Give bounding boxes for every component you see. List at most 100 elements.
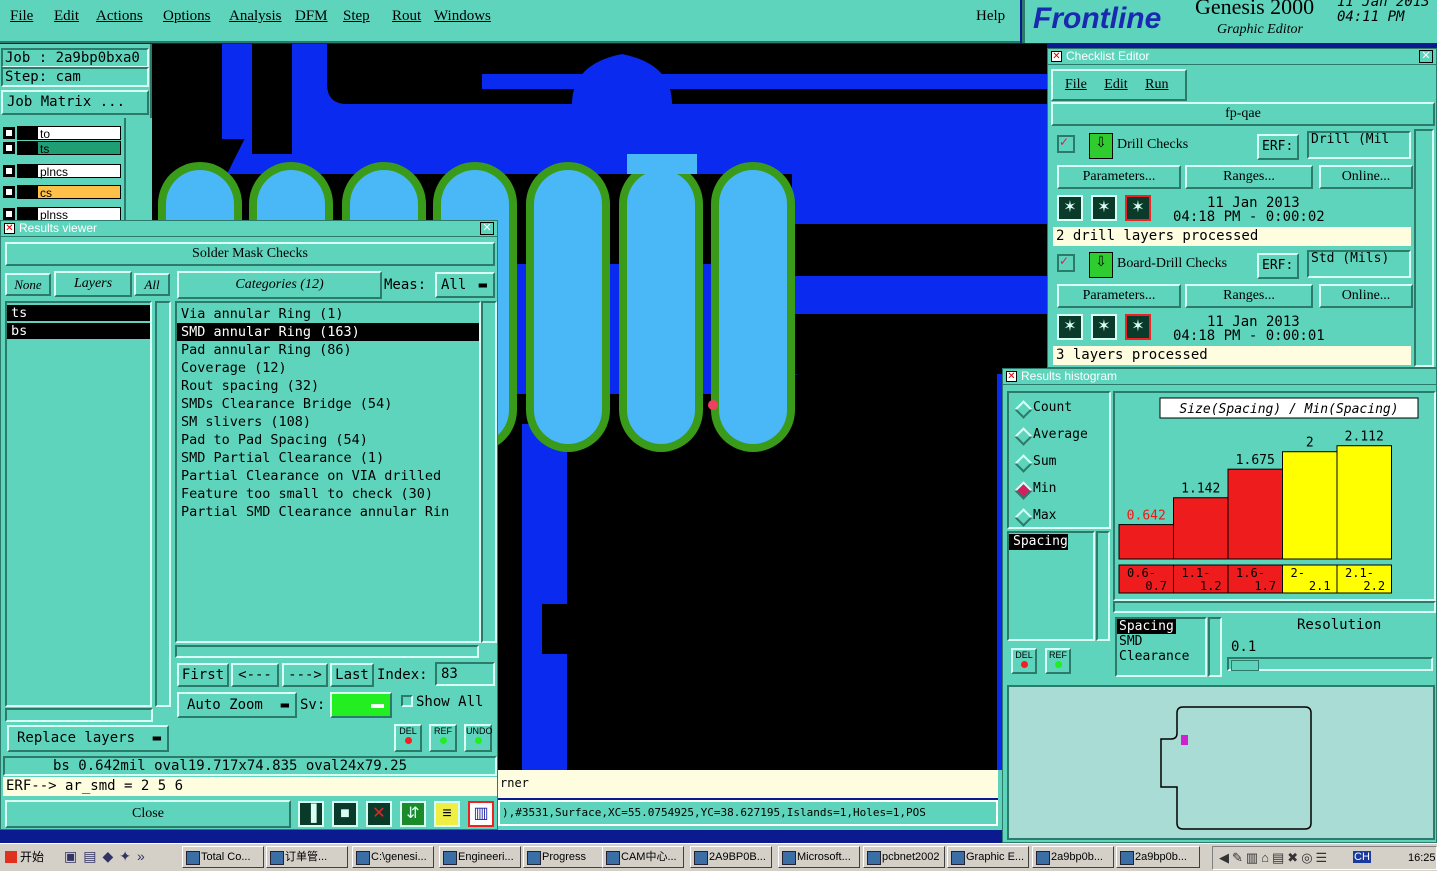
categories-hscroll[interactable] <box>175 645 479 658</box>
layer-name[interactable]: ts <box>37 141 121 156</box>
help-menu[interactable]: Help <box>976 8 1005 25</box>
category-item[interactable]: Coverage (12) <box>177 359 479 377</box>
meas-dropdown[interactable]: All ▬ <box>435 272 495 298</box>
category-item[interactable]: Via annular Ring (1) <box>177 305 479 323</box>
close-window-button[interactable]: ✕ <box>1419 50 1433 63</box>
online-button[interactable]: Online... <box>1319 284 1413 308</box>
start-button[interactable]: 开始 <box>2 847 54 869</box>
menu-edit[interactable]: Edit <box>54 8 79 25</box>
erf-value[interactable]: Std (Mils) <box>1307 250 1411 278</box>
taskbar-button[interactable]: Total Co... <box>182 846 264 868</box>
category-item[interactable]: Pad to Pad Spacing (54) <box>177 431 479 449</box>
run-icon[interactable]: ✶ <box>1057 314 1083 340</box>
taskbar-button[interactable]: 订单管... <box>266 846 348 868</box>
check-enabled-checkbox[interactable]: ✓ <box>1057 254 1075 272</box>
layer-name[interactable]: to <box>37 126 121 141</box>
legend-scrollbar[interactable] <box>1208 617 1222 677</box>
taskbar-button[interactable]: Microsoft... <box>778 846 860 868</box>
sv-color-dropdown[interactable]: ▬ <box>330 692 392 718</box>
mode-radio-sum[interactable]: Sum <box>1009 451 1109 478</box>
category-item[interactable]: Partial SMD Clearance annular Rin <box>177 503 479 521</box>
category-item[interactable]: SMD Partial Clearance (1) <box>177 449 479 467</box>
del-button[interactable]: DEL <box>394 724 422 752</box>
tray-icons[interactable]: ◀✎▥⌂▤✖◎☰ <box>1219 850 1330 866</box>
layer-list-hscroll[interactable] <box>5 708 153 722</box>
attribute-item-spacing[interactable]: Spacing <box>1009 534 1068 550</box>
smd-pad[interactable] <box>627 170 695 444</box>
layer-result-item[interactable]: bs <box>7 323 150 339</box>
taskbar-button[interactable]: 2A9BP0B... <box>690 846 772 868</box>
category-item[interactable]: SM slivers (108) <box>177 413 479 431</box>
layer-results-list[interactable]: ts bs <box>5 301 152 707</box>
menu-options[interactable]: Options <box>163 8 211 25</box>
menu-dfm[interactable]: DFM <box>295 8 328 25</box>
replace-layers-dropdown[interactable]: Replace layers ▬ <box>7 725 169 752</box>
layer-checkbox[interactable] <box>3 186 15 198</box>
taskbar-button[interactable]: 2a9bp0b... <box>1032 846 1114 868</box>
taskbar-button[interactable]: 2a9bp0b... <box>1116 846 1200 868</box>
auto-zoom-dropdown[interactable]: Auto Zoom ▬ <box>177 692 297 718</box>
layer-checkbox[interactable] <box>3 142 15 154</box>
quick-launch[interactable]: ▣▤◆✦» <box>64 848 174 868</box>
menu-step[interactable]: Step <box>343 8 370 25</box>
tab-none[interactable]: None <box>5 273 51 296</box>
first-button[interactable]: First <box>177 663 229 687</box>
taskbar-button[interactable]: CAM中心... <box>602 846 684 868</box>
layer-row-cs[interactable]: cs <box>3 185 123 200</box>
next-button[interactable]: ---> <box>282 663 328 687</box>
run-all-icon[interactable]: ✶ <box>1091 314 1117 340</box>
layer-row-to[interactable]: to <box>3 126 123 141</box>
category-item[interactable]: Pad annular Ring (86) <box>177 341 479 359</box>
menu-analysis[interactable]: Analysis <box>229 8 282 25</box>
histogram-hscroll[interactable] <box>1113 601 1436 613</box>
menu-windows[interactable]: Windows <box>434 8 491 25</box>
taskbar-button[interactable]: Graphic E... <box>947 846 1029 868</box>
layer-list-scrollbar[interactable] <box>155 301 171 707</box>
category-item[interactable]: Partial Clearance on VIA drilled <box>177 467 479 485</box>
menu-actions[interactable]: Actions <box>96 8 143 25</box>
legend-list[interactable]: Spacing SMD Clearance <box>1115 617 1207 677</box>
layer-name[interactable]: plncs <box>37 164 121 179</box>
menu-file[interactable]: File <box>10 8 33 25</box>
slider-thumb[interactable] <box>1231 660 1259 671</box>
layer-row-plncs[interactable]: plncs <box>3 164 123 179</box>
layer-checkbox[interactable] <box>3 165 15 177</box>
report-icon[interactable]: ■ <box>332 801 358 827</box>
layer-scroll[interactable] <box>124 118 152 220</box>
run-icon[interactable]: ✶ <box>1057 195 1083 221</box>
categories-list[interactable]: Via annular Ring (1) SMD annular Ring (16… <box>175 301 481 643</box>
stop-icon[interactable]: ✶ <box>1125 314 1151 340</box>
smd-pad[interactable] <box>534 170 602 444</box>
mode-radio-min[interactable]: Min <box>1009 478 1109 505</box>
prev-button[interactable]: <--- <box>231 663 279 687</box>
notes-icon[interactable]: ≡ <box>434 801 460 827</box>
checklist-menu-file[interactable]: File <box>1065 77 1087 92</box>
histogram-attribute-list[interactable]: Spacing <box>1007 531 1095 641</box>
category-item[interactable]: SMD annular Ring (163) <box>177 323 479 341</box>
online-button[interactable]: Online... <box>1319 165 1413 189</box>
stop-icon[interactable]: ✶ <box>1125 195 1151 221</box>
categories-button[interactable]: Categories (12) <box>177 271 382 299</box>
taskbar-button[interactable]: C:\genesi... <box>352 846 434 868</box>
mode-radio-max[interactable]: Max <box>1009 505 1109 532</box>
mode-radio-average[interactable]: Average <box>1009 424 1109 451</box>
tab-all[interactable]: All <box>134 273 170 296</box>
show-all-checkbox[interactable] <box>401 695 413 707</box>
parameters-button[interactable]: Parameters... <box>1057 284 1181 308</box>
histogram-del-button[interactable]: DEL <box>1011 648 1037 674</box>
layer-checkbox[interactable] <box>3 127 15 139</box>
tab-layers[interactable]: Layers <box>54 271 132 297</box>
step-icon[interactable]: ⇵ <box>400 801 426 827</box>
undo-button[interactable]: UNDO <box>464 724 493 752</box>
ref-button[interactable]: REF <box>429 724 457 752</box>
layer-row-ts[interactable]: ts <box>3 141 123 156</box>
close-window-button[interactable]: ✕ <box>480 222 494 235</box>
resolution-slider[interactable] <box>1227 657 1433 671</box>
layer-checkbox[interactable] <box>3 208 15 220</box>
job-matrix-button[interactable]: Job Matrix ... <box>1 90 149 115</box>
index-input[interactable]: 83 <box>435 662 495 686</box>
layer-name[interactable]: cs <box>37 185 121 200</box>
category-item[interactable]: Rout spacing (32) <box>177 377 479 395</box>
close-button[interactable]: Close <box>5 800 291 828</box>
language-indicator[interactable]: CH <box>1353 851 1371 863</box>
